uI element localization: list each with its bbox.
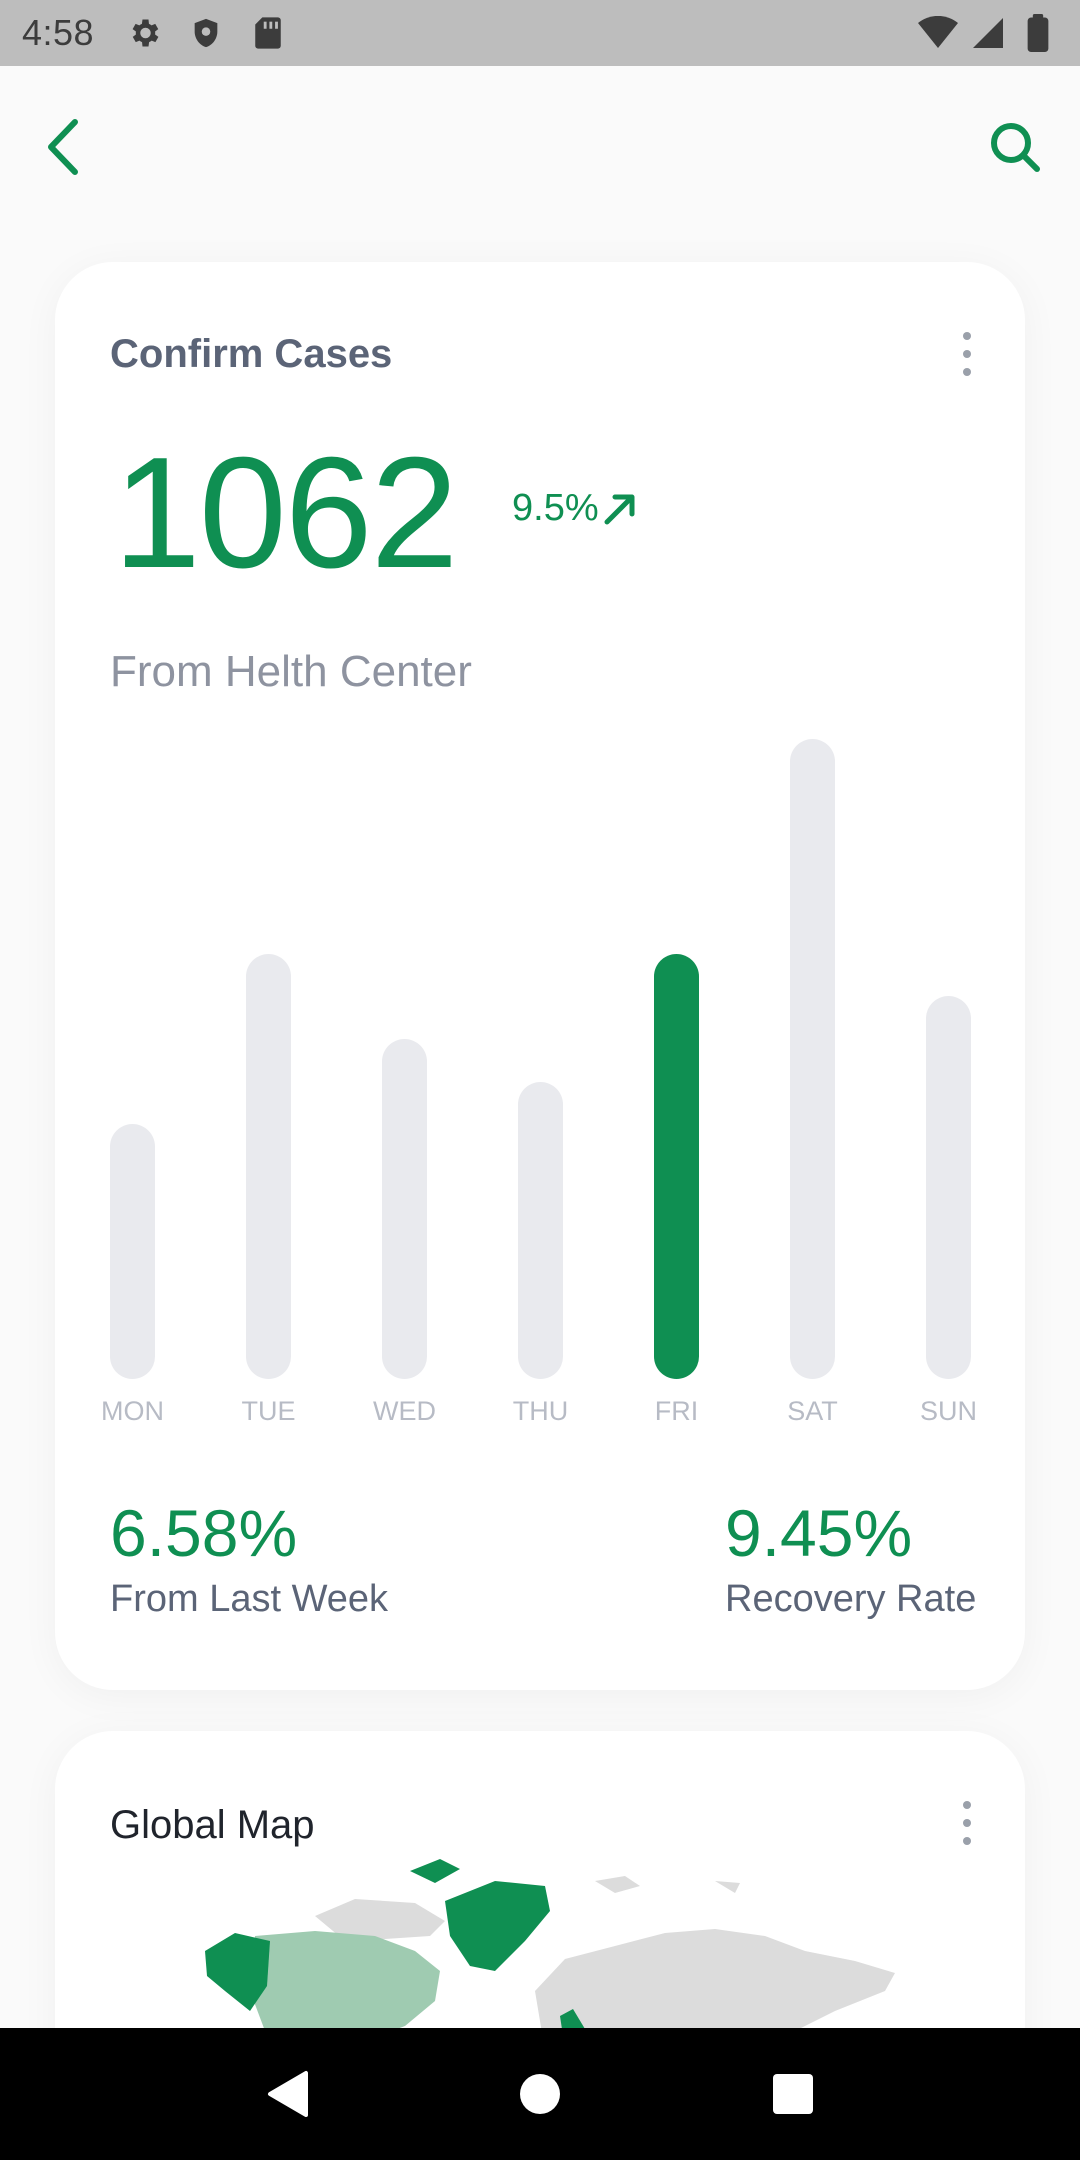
- home-circle-icon: [519, 2074, 560, 2114]
- bar-sun[interactable]: [926, 996, 971, 1379]
- day-label-sun: SUN: [919, 1396, 977, 1426]
- system-nav-bar: [0, 2028, 1080, 2160]
- stat-value: 9.45%: [725, 1496, 913, 1570]
- nav-home-button[interactable]: [500, 2054, 580, 2134]
- more-options-button[interactable]: [957, 1801, 977, 1845]
- nav-back-button[interactable]: [247, 2054, 327, 2134]
- bar-wed[interactable]: [382, 1039, 427, 1379]
- map-region-islands: [595, 1876, 740, 1893]
- settings-icon: [124, 13, 164, 53]
- status-time: 4:58: [22, 12, 95, 53]
- cell-signal-icon: [968, 13, 1008, 53]
- app-bar: [0, 66, 1080, 236]
- recents-square-icon: [773, 2074, 814, 2114]
- day-label-wed: WED: [373, 1396, 436, 1426]
- back-button[interactable]: [38, 114, 88, 180]
- sd-card-icon: [248, 13, 288, 53]
- more-dot-icon: [963, 1819, 971, 1827]
- back-triangle-icon: [267, 2071, 308, 2117]
- bar-tue[interactable]: [246, 954, 291, 1379]
- status-right-icons: [918, 13, 1058, 53]
- status-bar: 4:58: [0, 0, 1080, 66]
- stat-label: Recovery Rate: [725, 1578, 977, 1620]
- confirm-cases-card: Confirm Cases 1062 9.5% From Helth Cente…: [55, 262, 1025, 1690]
- wifi-icon: [918, 13, 958, 53]
- day-label-thu: THU: [512, 1396, 569, 1426]
- weekly-cases-bar-chart: MON TUE WED THU FRI SAT SUN: [55, 262, 1025, 1690]
- nav-recents-button[interactable]: [753, 2054, 833, 2134]
- stat-label: From Last Week: [110, 1578, 389, 1620]
- map-region-greenland: [445, 1881, 550, 1971]
- bar-sat[interactable]: [790, 739, 835, 1379]
- stat-value: 6.58%: [110, 1496, 298, 1570]
- status-left-icons: [124, 13, 288, 53]
- bar-thu[interactable]: [518, 1082, 563, 1379]
- day-label-sat: SAT: [787, 1396, 838, 1426]
- day-label-mon: MON: [101, 1396, 164, 1426]
- search-button[interactable]: [982, 114, 1048, 180]
- shield-icon: [186, 13, 226, 53]
- stat-last-week: 6.58% From Last Week: [110, 1500, 388, 1621]
- more-dot-icon: [963, 1801, 971, 1809]
- chevron-left-icon: [48, 119, 78, 175]
- search-icon: [991, 123, 1040, 172]
- stat-recovery-rate: 9.45% Recovery Rate: [725, 1500, 976, 1621]
- map-region-iceland: [410, 1859, 460, 1883]
- day-label-tue: TUE: [241, 1396, 296, 1426]
- more-dot-icon: [963, 1837, 971, 1845]
- day-label-fri: FRI: [654, 1396, 699, 1426]
- battery-icon: [1018, 13, 1058, 53]
- bar-fri[interactable]: [654, 954, 699, 1379]
- bar-mon[interactable]: [110, 1124, 155, 1379]
